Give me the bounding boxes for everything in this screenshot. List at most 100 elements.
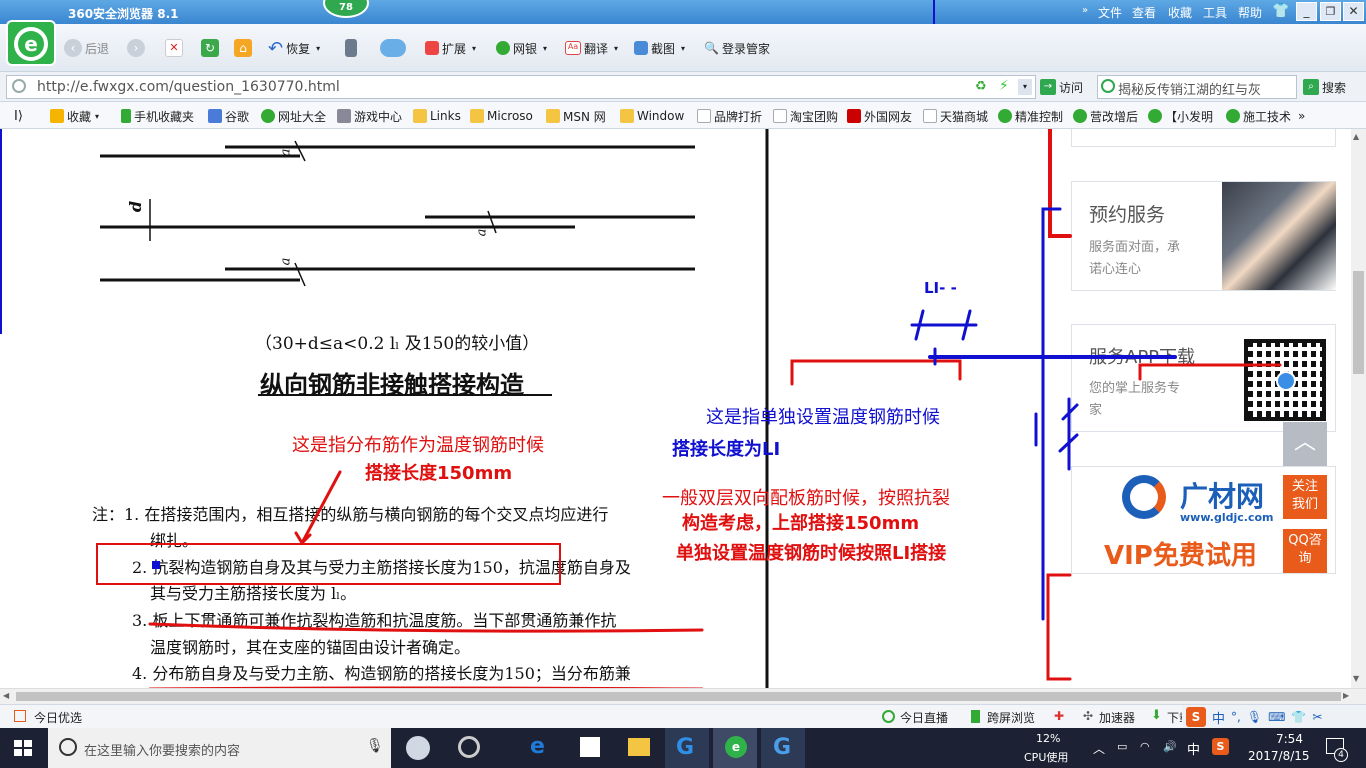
restore-tabs-button[interactable]: ↶ 恢复 ▾ [268,33,320,63]
menu-help[interactable]: 帮助 [1238,4,1262,21]
bookmark-favorites[interactable]: 收藏 ▾ [50,107,99,125]
menu-favorites[interactable]: 收藏 [1168,4,1192,21]
bookmark-precise[interactable]: 精准控制 [998,107,1063,125]
menu-file[interactable]: 文件 [1098,4,1122,21]
app-swirl-icon[interactable] [458,736,480,758]
punct-icon[interactable]: °, [1231,710,1241,724]
bookmark-games[interactable]: 游戏中心 [337,107,402,125]
search-input[interactable]: 揭秘反传销江湖的红与灰 [1097,75,1297,99]
close-button[interactable]: ✕ [1343,2,1364,21]
speed-badge[interactable]: 78 [323,0,369,18]
task-app-g[interactable]: G [665,728,709,768]
keyboard-icon[interactable]: ⌨ [1268,710,1285,724]
sogou-icon[interactable]: S [1186,707,1206,727]
scroll-left-icon[interactable]: ◀ [3,691,9,700]
tray-expand-icon[interactable]: ︿ [1093,740,1105,757]
tools-icon[interactable]: ✂ [1312,710,1322,724]
address-dropdown-icon[interactable]: ▾ [1018,79,1032,95]
mic-icon[interactable]: 🎙 [366,738,384,754]
bookmark-invention[interactable]: 【小发明 [1148,107,1213,125]
status-accelerator[interactable]: 加速器 [1099,709,1135,726]
mic-icon[interactable]: 🎙 [1247,710,1262,724]
task-app-g2[interactable]: G [761,728,805,768]
app-fan-icon[interactable] [406,736,430,760]
address-text[interactable]: http://e.fwxgx.com/question_1630770.html [37,79,340,95]
horizontal-scrollbar[interactable]: ◀ ▶ [0,688,1366,704]
skin-icon[interactable]: 👕 [1272,3,1289,19]
forward-button[interactable]: › [127,33,148,63]
vertical-scrollbar[interactable]: ▲ ▼ [1351,129,1366,688]
search-button[interactable]: ⌕ 搜索 [1303,77,1346,97]
scroll-down-icon[interactable]: ▼ [1353,674,1359,683]
bookmark-google[interactable]: 谷歌 [208,107,249,125]
windows-start-icon[interactable] [14,740,32,756]
restore-button[interactable]: ❐ [1320,2,1341,21]
more-bookmarks-icon[interactable]: » [1298,107,1305,125]
scroll-right-icon[interactable]: ▶ [1343,691,1349,700]
file-explorer-icon[interactable] [628,738,650,756]
vertical-scroll-thumb[interactable] [1353,271,1364,374]
search-text[interactable]: 揭秘反传销江湖的红与灰 [1118,79,1261,98]
taskbar-search[interactable]: 在这里输入你要搜索的内容 🎙 [48,728,391,768]
horizontal-scroll-thumb[interactable] [16,692,1341,701]
plus-icon [261,109,275,123]
extend-button[interactable]: 扩展 ▾ [425,33,476,63]
login-manager-button[interactable]: 🔍 登录管家 [704,33,770,63]
notification-count: 4 [1334,748,1348,762]
translate-button[interactable]: Aa 翻译 ▾ [565,33,618,63]
folder-icon [413,109,427,123]
scroll-up-icon[interactable]: ▲ [1353,132,1359,141]
bookmark-brand[interactable]: 品牌打折 [697,107,762,125]
bookmark-construction[interactable]: 施工技术 [1226,107,1291,125]
ime-toolbar[interactable]: S 中 °, 🎙 ⌨ 👕 ✂ [1182,705,1366,729]
volume-icon[interactable]: 🔊 [1163,740,1177,753]
bookmark-sites[interactable]: 网址大全 [261,107,326,125]
network-icon[interactable]: ▭ [1117,740,1127,753]
minimize-button[interactable]: _ [1296,2,1317,21]
chevron-icon[interactable]: » [1082,5,1088,16]
refresh-small-icon[interactable]: ♻ [975,79,987,94]
bookmark-msn[interactable]: MSN 网 [546,107,606,125]
store-icon[interactable] [580,737,600,757]
bookmark-microsoft[interactable]: Microso [470,107,533,125]
bookmark-taobao[interactable]: 淘宝团购 [773,107,838,125]
status-today-picks[interactable]: 今日优选 [34,709,82,726]
wifi-icon[interactable]: ◠ [1140,740,1150,753]
phone-button[interactable] [345,33,360,63]
lightning-icon[interactable]: ⚡ [999,78,1009,94]
browser-logo-icon[interactable]: e [6,20,56,66]
home-button[interactable]: ⌂ [234,33,255,63]
menu-view[interactable]: 查看 [1132,4,1156,21]
login-manager-label: 登录管家 [721,41,770,56]
go-button[interactable]: → 访问 [1040,77,1083,97]
status-cross-screen[interactable]: 跨屏浏览 [987,709,1035,726]
clock-time[interactable]: 7:54 [1276,732,1303,746]
status-live[interactable]: 今日直播 [900,709,948,726]
sogou-tray-icon[interactable]: S [1212,738,1229,755]
bank-button[interactable]: 网银 ▾ [496,33,547,63]
bookmark-foreign[interactable]: 外国网友 [847,107,912,125]
bookmark-links[interactable]: Links [413,107,461,125]
search-engine-icon [1101,79,1115,93]
skin-icon[interactable]: 👕 [1291,710,1306,724]
task-app-360[interactable]: e [713,728,757,768]
address-bar[interactable]: http://e.fwxgx.com/question_1630770.html… [6,75,1036,99]
bookmark-label: 淘宝团购 [790,109,839,124]
bookmark-vat[interactable]: 营改增后 [1073,107,1138,125]
back-button[interactable]: ‹ 后退 [64,33,109,63]
ime-indicator[interactable]: 中 [1187,739,1200,758]
clock-date[interactable]: 2017/8/15 [1248,749,1310,763]
cloud-button[interactable] [380,33,409,63]
screenshot-button[interactable]: 截图 ▾ [634,33,685,63]
sidebar-toggle-icon[interactable]: I⟩ [14,107,23,125]
stop-button[interactable]: ✕ [165,33,186,63]
refresh-button[interactable]: ↻ [201,33,222,63]
ime-mode-label[interactable]: 中 [1212,708,1225,727]
bookmark-windows[interactable]: Window [620,107,684,125]
bookmark-tmall[interactable]: 天猫商城 [923,107,988,125]
menu-tools[interactable]: 工具 [1203,4,1227,21]
bookmark-mobile[interactable]: 手机收藏夹 [121,107,194,125]
edge-icon[interactable]: e [530,734,545,759]
medkit-icon[interactable]: ✚ [1054,709,1064,723]
search-circle-icon [59,738,77,756]
